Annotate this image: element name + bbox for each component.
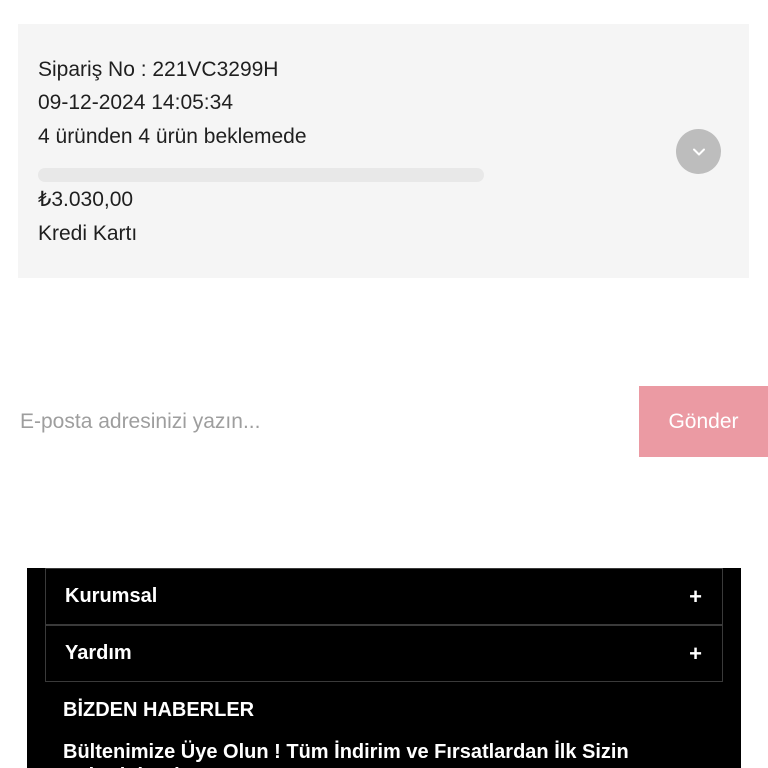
accordion-label: Yardım	[65, 642, 132, 664]
order-card[interactable]: Sipariş No : 221VC3299H 09-12-2024 14:05…	[18, 24, 749, 278]
newsletter-promo-text: Bültenimize Üye Olun ! Tüm İndirim ve Fı…	[63, 741, 629, 768]
order-date: 09-12-2024 14:05:34	[38, 91, 233, 114]
order-number: Sipariş No : 221VC3299H	[38, 58, 279, 81]
order-price: ₺3.030,00	[38, 188, 134, 211]
order-payment-method: Kredi Kartı	[38, 222, 138, 245]
email-input[interactable]	[0, 386, 639, 457]
send-button[interactable]: Gönder	[639, 386, 768, 457]
order-progress-bar	[38, 168, 484, 182]
accordion-yardim[interactable]: Yardım +	[45, 625, 723, 682]
accordion-kurumsal[interactable]: Kurumsal +	[45, 568, 723, 625]
order-status: 4 üründen 4 ürün beklemede	[38, 125, 307, 148]
order-expand-button[interactable]	[676, 129, 721, 174]
plus-icon: +	[689, 583, 702, 609]
page: Sipariş No : 221VC3299H 09-12-2024 14:05…	[0, 0, 768, 768]
footer: Kurumsal + Yardım + BİZDEN HABERLER Bült…	[27, 568, 741, 768]
plus-icon: +	[689, 640, 702, 666]
accordion-label: Kurumsal	[65, 585, 158, 607]
chevron-down-icon	[692, 148, 705, 155]
news-heading: BİZDEN HABERLER	[63, 699, 255, 721]
newsletter-form: Gönder	[0, 386, 768, 457]
